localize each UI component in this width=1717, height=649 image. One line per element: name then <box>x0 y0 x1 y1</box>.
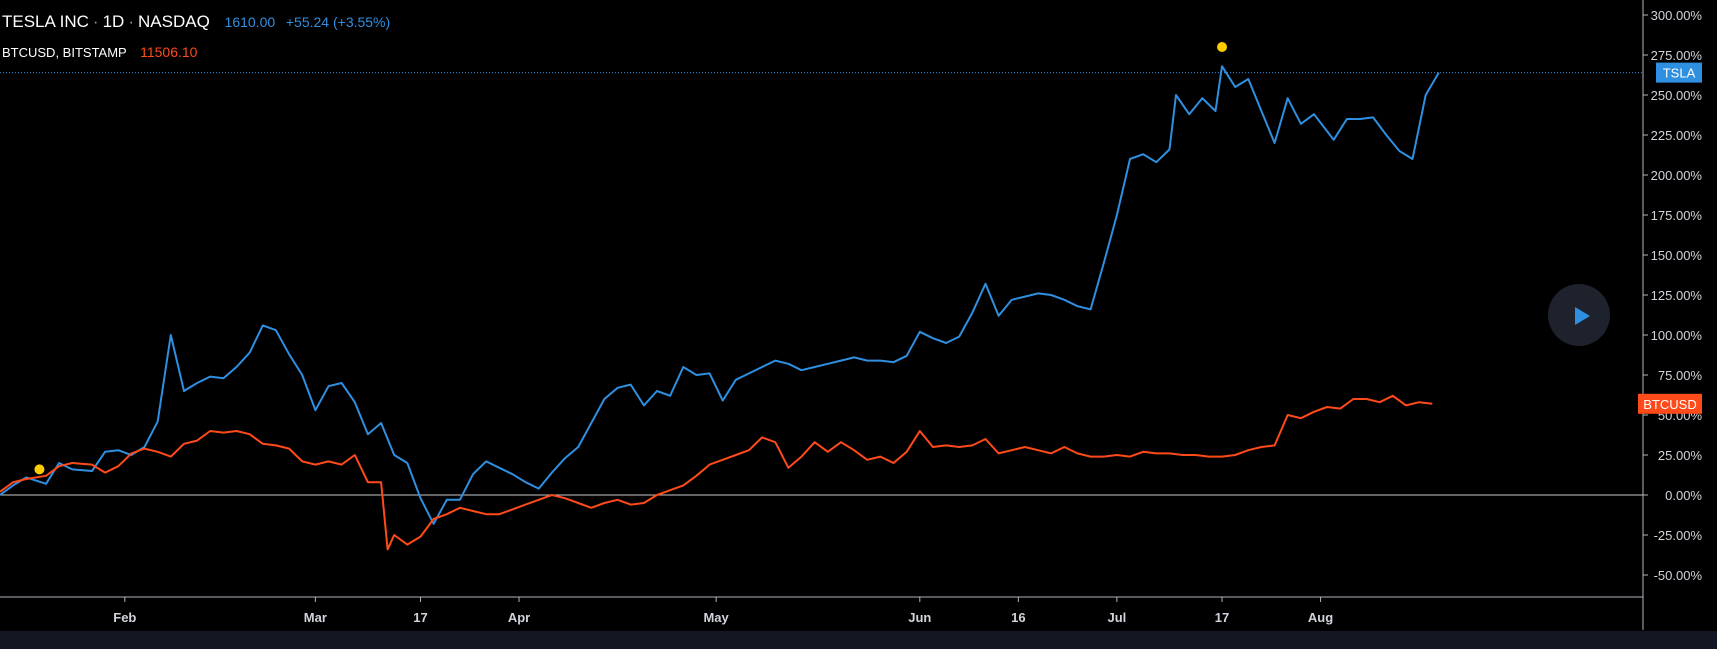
y-tick-label: -25.00% <box>1654 528 1703 543</box>
x-tick-label: 17 <box>1215 610 1229 625</box>
y-tick-label: 25.00% <box>1658 448 1703 463</box>
x-tick-label: Jul <box>1108 610 1127 625</box>
x-tick-label: 17 <box>413 610 427 625</box>
main-symbol: TESLA INC <box>2 12 89 31</box>
compare-price: 11506.10 <box>140 44 198 60</box>
x-tick-label: May <box>703 610 729 625</box>
y-tick-label: 75.00% <box>1658 368 1703 383</box>
series-label-btcusd: BTCUSD <box>1643 397 1696 412</box>
event-marker[interactable] <box>34 464 45 475</box>
main-interval: 1D <box>102 12 125 31</box>
x-tick-label: Apr <box>508 610 530 625</box>
x-tick-label: Jun <box>908 610 931 625</box>
series-line-tsla[interactable] <box>0 65 1440 525</box>
main-price: 1610.00 <box>224 14 276 30</box>
series-line-btcusd[interactable] <box>0 394 1433 551</box>
main-change: +55.24 (+3.55%) <box>285 14 391 30</box>
y-tick-label: 225.00% <box>1651 128 1703 143</box>
y-tick-label: 250.00% <box>1651 88 1703 103</box>
x-tick-label: 16 <box>1011 610 1025 625</box>
x-tick-label: Aug <box>1308 610 1333 625</box>
y-tick-label: 0.00% <box>1665 488 1702 503</box>
event-marker[interactable] <box>1217 42 1228 52</box>
series-label-tsla: TSLA <box>1663 66 1696 81</box>
compare-symbol: BTCUSD, BITSTAMP <box>2 45 127 60</box>
x-tick-label: Mar <box>304 610 327 625</box>
main-exchange: NASDAQ <box>138 12 210 31</box>
y-tick-label: 300.00% <box>1651 8 1703 23</box>
y-tick-label: 100.00% <box>1651 328 1703 343</box>
y-tick-label: 200.00% <box>1651 168 1703 183</box>
bottom-toolbar <box>0 631 1717 649</box>
y-tick-label: 175.00% <box>1651 208 1703 223</box>
play-button[interactable] <box>1548 284 1610 346</box>
legend-main[interactable]: TESLA INC · 1D · NASDAQ 1610.00 +55.24 (+3.5… <box>2 12 390 32</box>
y-tick-label: 275.00% <box>1651 48 1703 63</box>
y-tick-label: -50.00% <box>1654 568 1703 583</box>
y-tick-label: 150.00% <box>1651 248 1703 263</box>
chart-canvas[interactable]: 300.00% 275.00% 250.00% 225.00% 200.00% 175.0… <box>0 0 1717 649</box>
legend-compare[interactable]: BTCUSD, BITSTAMP 11506.10 <box>2 44 197 60</box>
x-tick-label: Feb <box>113 610 136 625</box>
y-tick-label: 125.00% <box>1651 288 1703 303</box>
play-icon <box>1575 307 1590 325</box>
